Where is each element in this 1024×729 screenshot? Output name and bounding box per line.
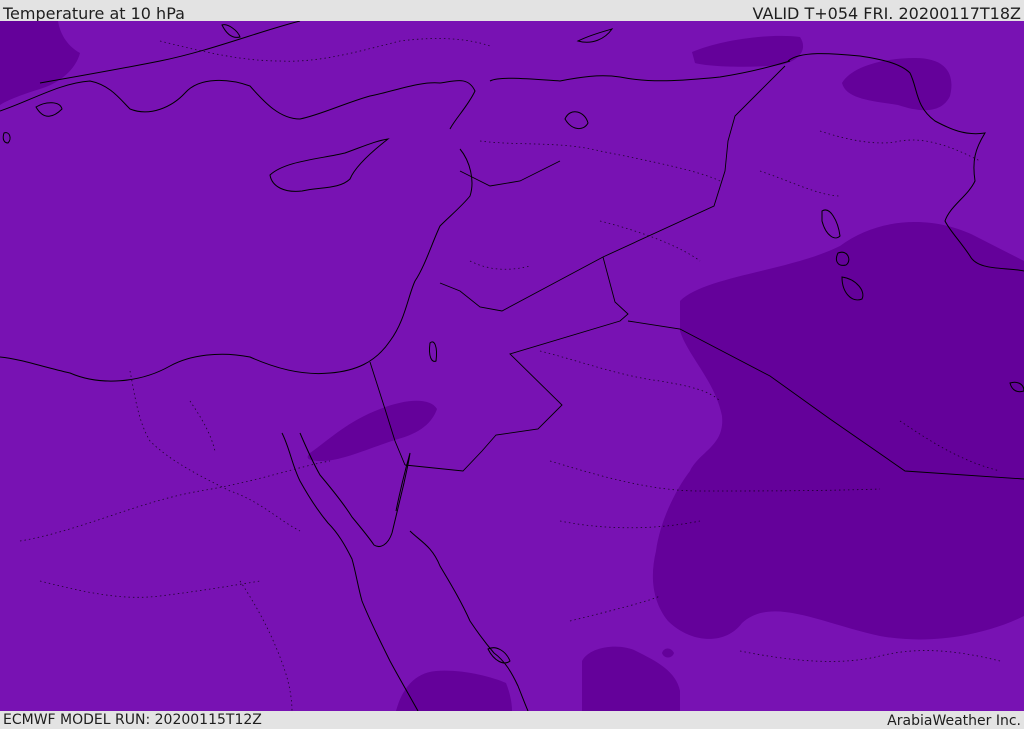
coast-gulf-suez-west xyxy=(281,432,419,711)
lake-urmia xyxy=(821,209,841,239)
footer-bar: ECMWF MODEL RUN: 20200115T12Z ArabiaWeat… xyxy=(0,711,1024,729)
cold-zone-small xyxy=(662,648,674,658)
dead-sea xyxy=(429,341,437,362)
header-bar: Temperature at 10 hPa VALID T+054 FRI. 2… xyxy=(0,0,1024,23)
weather-map[interactable] xyxy=(0,21,1024,711)
map-canvas xyxy=(0,21,1024,711)
cold-zone-south-red-sea xyxy=(396,670,512,711)
lake-van xyxy=(564,111,589,129)
cold-temperature-zones xyxy=(0,21,1024,711)
island-small-1 xyxy=(221,24,241,38)
coast-mediterranean-island xyxy=(269,138,390,192)
coast-anatolia-north xyxy=(39,21,301,84)
island-west-1 xyxy=(35,102,63,117)
cold-zone-northwest xyxy=(0,21,80,105)
cold-zone-sinai xyxy=(307,400,437,461)
cold-zone-northeast xyxy=(842,58,952,111)
coast-levant-egypt xyxy=(0,148,473,382)
model-run-label: ECMWF MODEL RUN: 20200115T12Z xyxy=(3,712,262,728)
credit-label: ArabiaWeather Inc. xyxy=(887,713,1021,729)
island-west-2 xyxy=(2,132,11,144)
coast-anatolia-south xyxy=(0,79,476,130)
island-north xyxy=(576,28,614,43)
cold-zone-east xyxy=(652,222,1024,640)
